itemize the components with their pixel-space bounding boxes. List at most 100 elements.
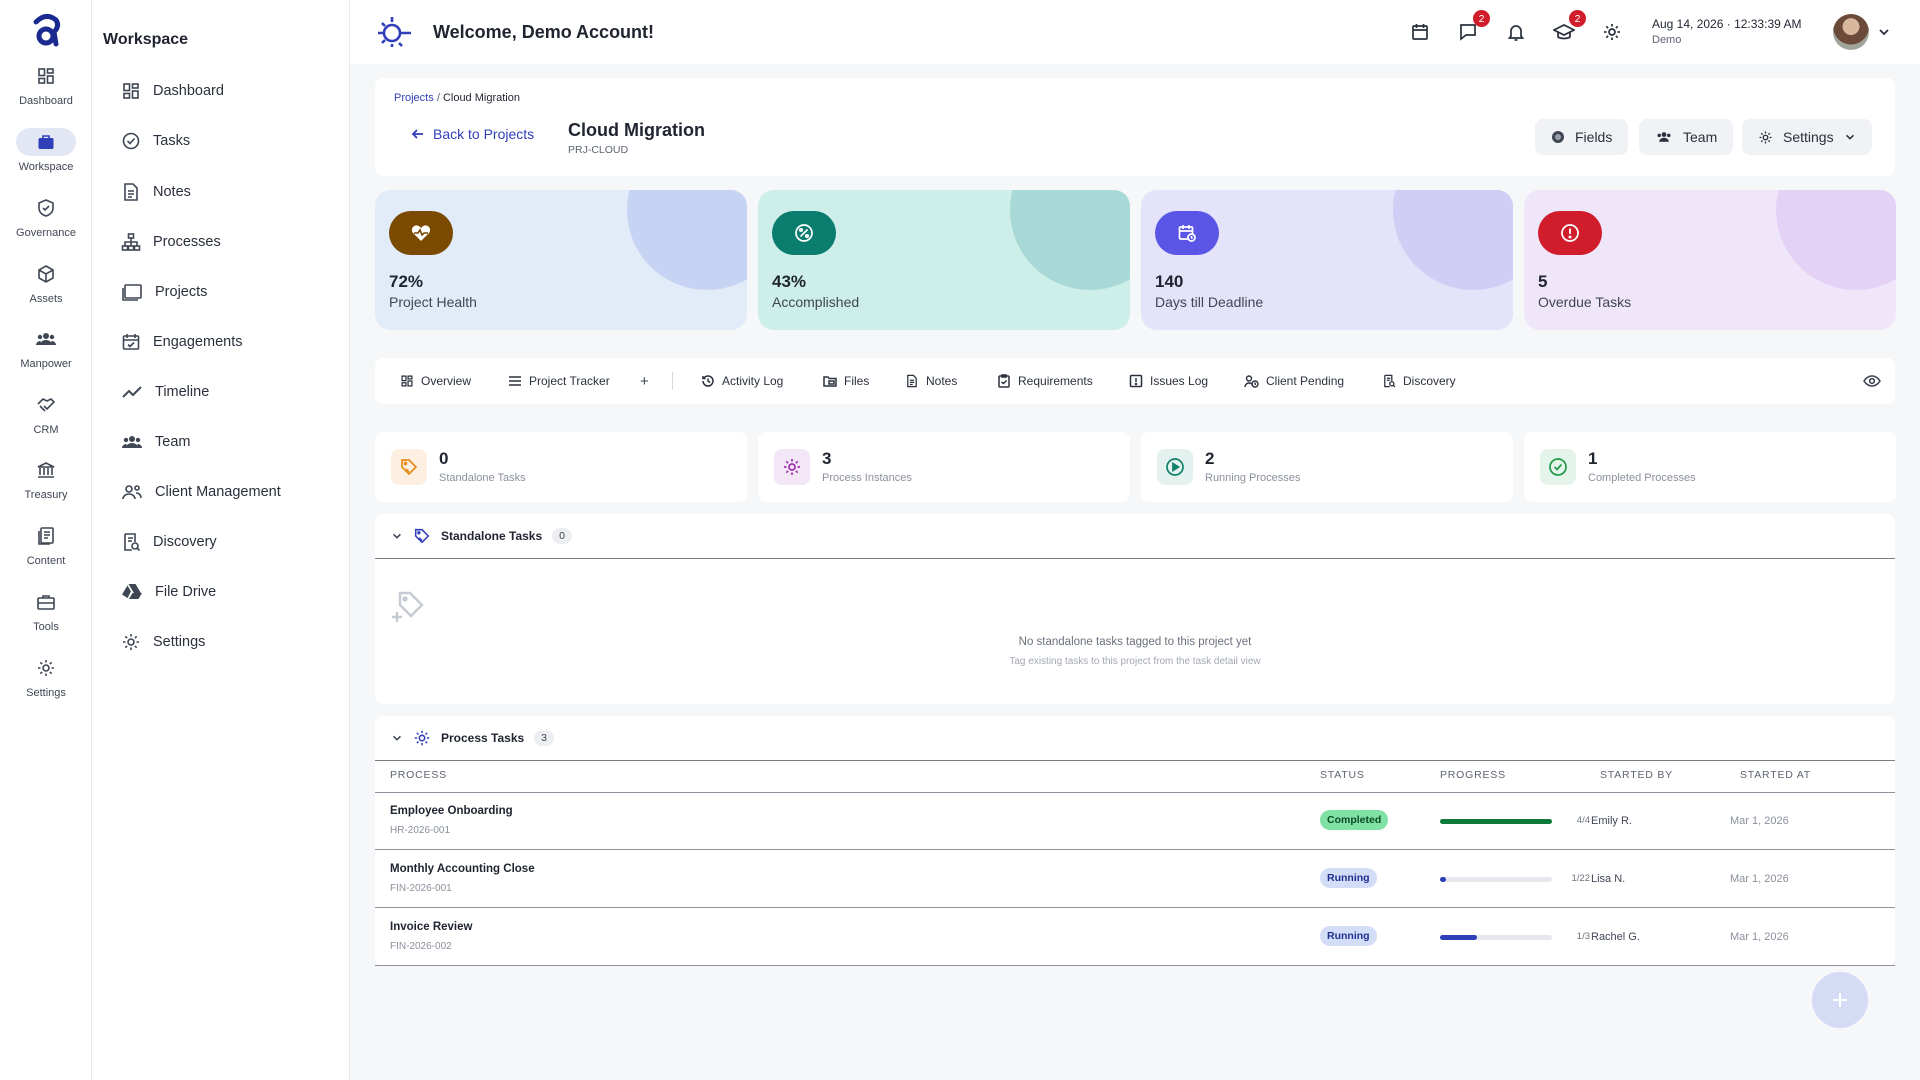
sidebar-item-engagements[interactable]: Engagements bbox=[121, 327, 242, 357]
column-header-progress: PROGRESS bbox=[1440, 769, 1506, 781]
mini-stat-completed-processes: 1 Completed Processes bbox=[1524, 432, 1896, 502]
rail-item-governance[interactable]: Governance bbox=[0, 194, 92, 252]
sidebar-item-projects[interactable]: Projects bbox=[121, 277, 207, 307]
started-at: Mar 1, 2026 bbox=[1730, 873, 1789, 885]
mini-stat-value: 0 bbox=[439, 449, 449, 468]
history-icon bbox=[702, 375, 714, 387]
search-doc-icon bbox=[124, 533, 141, 552]
tab-activity-log[interactable]: Activity Log bbox=[701, 358, 783, 404]
clipboard-icon bbox=[998, 374, 1010, 388]
rail-item-dashboard[interactable]: Dashboard bbox=[0, 62, 92, 120]
current-date: Aug 14, 2026 bbox=[1652, 17, 1724, 31]
mini-stat-process-instances: 3 Process Instances bbox=[758, 432, 1130, 502]
sidebar-item-settings[interactable]: Settings bbox=[121, 627, 205, 657]
calendar-check-icon bbox=[122, 334, 140, 350]
tab-project-tracker[interactable]: Project Tracker bbox=[508, 358, 610, 404]
stat-label: Overdue Tasks bbox=[1538, 294, 1632, 310]
sidebar-item-client-management[interactable]: Client Management bbox=[121, 477, 281, 507]
sidebar-item-discovery[interactable]: Discovery bbox=[121, 527, 217, 557]
rail-item-manpower[interactable]: Manpower bbox=[0, 325, 92, 383]
calendar-button[interactable] bbox=[1408, 20, 1432, 44]
tab-overview[interactable]: Overview bbox=[400, 358, 471, 404]
rail-label: Content bbox=[26, 555, 66, 567]
rail-item-settings[interactable]: Settings bbox=[0, 654, 92, 712]
tag-icon bbox=[414, 528, 430, 544]
chat-button[interactable]: 2 bbox=[1456, 10, 1490, 44]
add-tab-button[interactable]: + bbox=[640, 358, 649, 404]
sidebar-item-file-drive[interactable]: File Drive bbox=[121, 577, 216, 607]
tab-issues-log[interactable]: Issues Log bbox=[1129, 358, 1208, 404]
sidebar-item-notes[interactable]: Notes bbox=[121, 177, 191, 207]
mini-stat-label: Completed Processes bbox=[1588, 472, 1696, 484]
progress-bar bbox=[1440, 877, 1552, 882]
tab-client-pending[interactable]: Client Pending bbox=[1244, 358, 1344, 404]
column-header-status: STATUS bbox=[1320, 769, 1365, 781]
sidebar-item-team[interactable]: Team bbox=[121, 427, 190, 457]
sidebar-item-dashboard[interactable]: Dashboard bbox=[121, 76, 224, 106]
app-logo-icon[interactable] bbox=[26, 10, 66, 50]
sidebar-item-label: Dashboard bbox=[153, 83, 224, 99]
eye-icon[interactable] bbox=[1863, 373, 1881, 389]
shield-icon bbox=[38, 199, 54, 217]
learning-button[interactable]: 2 bbox=[1552, 10, 1586, 44]
rail-item-treasury[interactable]: Treasury bbox=[0, 456, 92, 514]
add-fab-button[interactable] bbox=[1812, 972, 1868, 1028]
stat-value: 140 bbox=[1155, 272, 1184, 291]
notifications-button[interactable] bbox=[1504, 20, 1528, 44]
gear-icon bbox=[38, 660, 54, 676]
tab-requirements[interactable]: Requirements bbox=[997, 358, 1093, 404]
breadcrumb-separator: / bbox=[436, 92, 440, 104]
settings-button[interactable] bbox=[1600, 20, 1624, 44]
learning-badge: 2 bbox=[1569, 10, 1586, 27]
files-icon bbox=[823, 376, 837, 387]
user-name: Demo bbox=[1652, 34, 1682, 46]
process-tasks-header[interactable]: Process Tasks 3 bbox=[391, 716, 555, 760]
rail-label: Manpower bbox=[20, 358, 72, 370]
people-icon bbox=[36, 333, 56, 345]
progress-fill bbox=[1440, 935, 1478, 940]
stat-value: 5 bbox=[1538, 272, 1548, 291]
team-button[interactable]: Team bbox=[1639, 119, 1734, 155]
heartbeat-icon bbox=[411, 225, 431, 241]
chevron-down-icon[interactable] bbox=[1877, 25, 1891, 39]
process-code: HR-2026-001 bbox=[390, 825, 451, 836]
started-at: Mar 1, 2026 bbox=[1730, 931, 1789, 943]
stat-label: Days till Deadline bbox=[1155, 294, 1264, 310]
rail-item-assets[interactable]: Assets bbox=[0, 260, 92, 318]
card-decoration bbox=[1776, 190, 1896, 290]
progress-bar bbox=[1440, 935, 1552, 940]
percent-icon bbox=[795, 224, 813, 242]
started-at: Mar 1, 2026 bbox=[1730, 815, 1789, 827]
check-circle-icon bbox=[1549, 458, 1567, 476]
project-settings-button[interactable]: Settings bbox=[1742, 119, 1872, 155]
table-row[interactable]: Invoice Review FIN-2026-002 Running 1/3 … bbox=[375, 909, 1895, 966]
play-circle-icon bbox=[1166, 458, 1184, 476]
sidebar-item-label: Notes bbox=[153, 184, 191, 200]
rail-item-tools[interactable]: Tools bbox=[0, 588, 92, 646]
rail-item-content[interactable]: Content bbox=[0, 522, 92, 580]
grid-icon bbox=[123, 83, 139, 99]
sidebar-item-label: Projects bbox=[155, 284, 208, 300]
sidebar-title: Workspace bbox=[103, 31, 189, 48]
breadcrumb-projects[interactable]: Projects bbox=[394, 92, 434, 104]
calendar-icon bbox=[1412, 24, 1428, 40]
sidebar-item-tasks[interactable]: Tasks bbox=[121, 126, 190, 156]
avatar[interactable] bbox=[1833, 14, 1869, 50]
tab-notes[interactable]: Notes bbox=[905, 358, 957, 404]
breadcrumb: Projects / Cloud Migration bbox=[394, 92, 520, 104]
grid-icon bbox=[38, 68, 54, 84]
back-to-projects-button[interactable]: Back to Projects bbox=[411, 126, 534, 142]
tab-files[interactable]: Files bbox=[823, 358, 869, 404]
table-row[interactable]: Monthly Accounting Close FIN-2026-001 Ru… bbox=[375, 851, 1895, 908]
rail-item-workspace[interactable]: Workspace bbox=[0, 128, 92, 186]
standalone-tasks-header[interactable]: Standalone Tasks 0 bbox=[391, 514, 572, 558]
fields-button[interactable]: Fields bbox=[1535, 119, 1629, 155]
rail-item-crm[interactable]: CRM bbox=[0, 391, 92, 449]
chat-icon bbox=[1460, 24, 1476, 41]
handshake-icon bbox=[37, 398, 56, 412]
sidebar-item-processes[interactable]: Processes bbox=[121, 227, 221, 257]
table-row[interactable]: Employee Onboarding HR-2026-001 Complete… bbox=[375, 793, 1895, 850]
rail-label: Assets bbox=[29, 293, 63, 305]
sidebar-item-timeline[interactable]: Timeline bbox=[121, 377, 209, 407]
tab-discovery[interactable]: Discovery bbox=[1382, 358, 1456, 404]
